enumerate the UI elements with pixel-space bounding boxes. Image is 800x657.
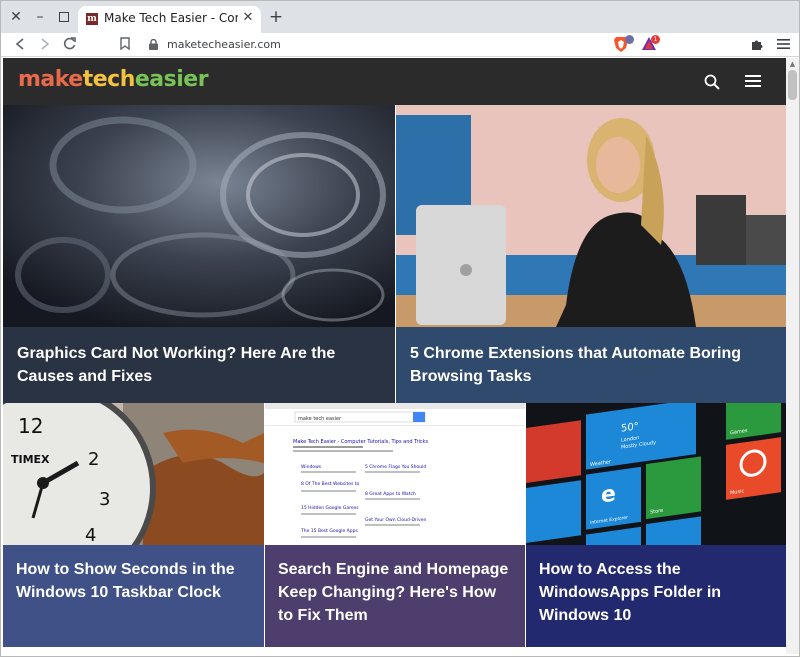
browser-window: ✕ – m Make Tech Easier - Comput ✕ + make… [0, 0, 800, 657]
tab-close-icon[interactable]: ✕ [239, 9, 257, 27]
article-card-taskbar-clock[interactable]: 12 TIMEX 2 3 4 How to Show Seconds in th… [3, 403, 264, 647]
article-image-windows-tiles: 50° London Mostly Cloudy Weather Games e… [526, 403, 786, 545]
article-card-windowsapps[interactable]: 50° London Mostly Cloudy Weather Games e… [526, 403, 786, 647]
reload-button[interactable] [60, 35, 78, 53]
tab-title: Make Tech Easier - Comput [104, 11, 238, 25]
search-thumb-query: make tech easier [298, 416, 342, 422]
hamburger-menu-icon[interactable] [744, 72, 762, 90]
close-window-icon[interactable]: ✕ [6, 7, 26, 27]
svg-text:The 15 Best Google Apps: The 15 Best Google Apps [300, 528, 358, 534]
clock-brand: TIMEX [11, 453, 50, 466]
page-scrollbar[interactable]: ▲ [786, 58, 799, 654]
svg-text:3: 3 [99, 489, 110, 510]
tab-strip: ✕ – m Make Tech Easier - Comput ✕ + [1, 1, 799, 33]
lock-icon [149, 39, 158, 50]
url-text: maketecheasier.com [167, 38, 281, 51]
svg-text:e: e [601, 480, 616, 508]
forward-button[interactable] [36, 35, 54, 53]
tab-favicon-icon: m [86, 13, 98, 25]
search-icon[interactable] [703, 73, 721, 91]
address-bar[interactable]: maketecheasier.com [141, 35, 611, 55]
logo-part-make: make [18, 67, 83, 92]
scroll-up-arrow-icon[interactable]: ▲ [788, 60, 797, 68]
article-title[interactable]: Graphics Card Not Working? Here Are the … [3, 327, 395, 403]
article-card-search-engine[interactable]: make tech easier Make Tech Easier - Comp… [265, 403, 525, 647]
web-page: maketecheasier Graphics Card Not Working… [3, 58, 786, 654]
shields-badge [625, 35, 634, 44]
extensions-puzzle-icon[interactable] [749, 36, 765, 52]
new-tab-button[interactable]: + [266, 7, 286, 27]
svg-text:15 Hidden Google Games: 15 Hidden Google Games [301, 505, 359, 511]
site-header: maketecheasier [3, 58, 786, 105]
svg-text:8 Great Apps to Watch: 8 Great Apps to Watch [365, 491, 416, 497]
rewards-badge: 1 [651, 35, 660, 44]
logo-part-tech: tech [82, 67, 136, 92]
svg-text:5 Chrome Flags You Should: 5 Chrome Flags You Should [365, 464, 426, 470]
scroll-thumb[interactable] [788, 70, 797, 100]
browser-tab[interactable]: m Make Tech Easier - Comput ✕ [78, 6, 261, 33]
article-image-chrome-extensions [396, 105, 786, 327]
clock-number: 12 [18, 414, 43, 438]
search-thumb-title: Make Tech Easier - Computer Tutorials, T… [293, 439, 429, 445]
article-title[interactable]: 5 Chrome Extensions that Automate Boring… [396, 327, 786, 403]
article-card-chrome-extensions[interactable]: 5 Chrome Extensions that Automate Boring… [396, 105, 786, 403]
svg-text:2: 2 [88, 449, 99, 470]
bookmark-icon[interactable] [116, 35, 134, 53]
svg-text:4: 4 [85, 525, 96, 545]
browser-menu-icon[interactable] [775, 36, 791, 52]
article-title[interactable]: How to Show Seconds in the Windows 10 Ta… [3, 545, 264, 647]
minimize-window-icon[interactable]: – [30, 7, 50, 27]
article-image-search-results: make tech easier Make Tech Easier - Comp… [265, 403, 525, 545]
svg-text:Get Your Own Cloud-Driven: Get Your Own Cloud-Driven [365, 517, 426, 523]
article-title[interactable]: How to Access the WindowsApps Folder in … [526, 545, 786, 647]
back-button[interactable] [11, 35, 29, 53]
article-title[interactable]: Search Engine and Homepage Keep Changing… [265, 545, 525, 647]
logo-part-easier: easier [134, 67, 209, 92]
article-card-graphics-card[interactable]: Graphics Card Not Working? Here Are the … [3, 105, 395, 403]
svg-text:Windows: Windows [301, 464, 322, 470]
browser-toolbar: maketecheasier.com 1 [1, 33, 799, 57]
site-logo[interactable]: maketecheasier [18, 67, 209, 92]
article-image-clock: 12 TIMEX 2 3 4 [3, 403, 264, 545]
maximize-window-icon[interactable] [54, 7, 74, 27]
article-image-graphics-card [3, 105, 395, 327]
svg-text:8 Of The Best Websites to: 8 Of The Best Websites to [301, 481, 360, 487]
